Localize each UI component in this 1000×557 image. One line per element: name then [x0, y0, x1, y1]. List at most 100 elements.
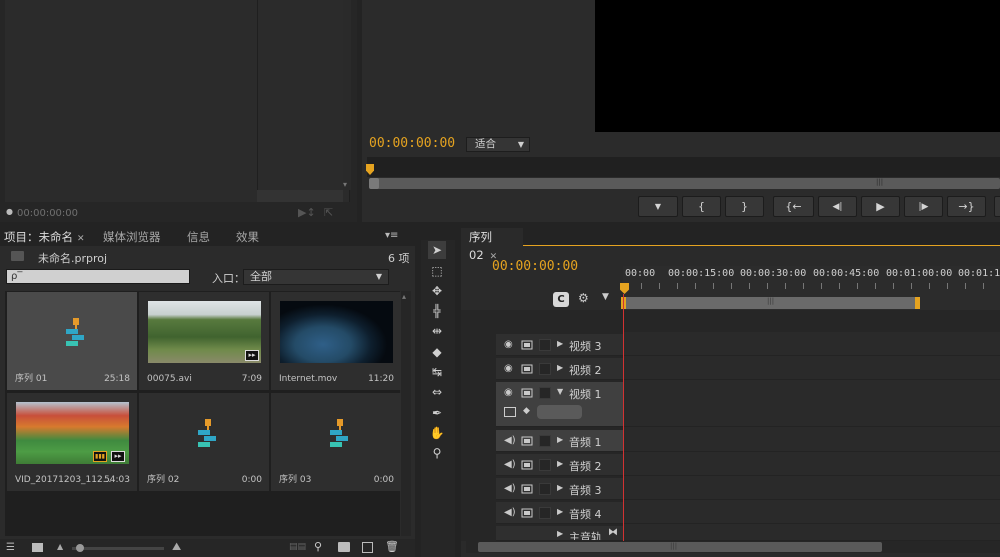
panel-menu-icon[interactable]: ▾≡ [385, 230, 398, 241]
go-to-out-button[interactable]: →} [947, 196, 986, 217]
bin-item-sequence-01[interactable]: 序列 01 25:18 [7, 292, 137, 390]
snap-icon[interactable]: C [553, 292, 569, 307]
icon-view-icon[interactable] [32, 543, 43, 552]
fit-select[interactable]: 适合 ▼ [466, 137, 530, 152]
scroll-down-icon[interactable]: ▾ [343, 180, 347, 189]
film-icon[interactable] [521, 387, 535, 399]
bin-item-sequence-02[interactable]: 序列 02 0:00 [139, 393, 269, 491]
lock-icon[interactable] [539, 339, 551, 351]
delete-icon[interactable]: 🗑 [385, 540, 399, 553]
keyframe-icon[interactable]: ◆ [523, 406, 530, 416]
film-icon[interactable] [521, 363, 535, 375]
track-video-1[interactable]: ◉ ▼ 视频 1 ◆ [496, 382, 623, 427]
pen-tool-icon[interactable]: ✒ [428, 404, 446, 422]
rolling-edit-tool-icon[interactable]: ╬ [428, 302, 446, 320]
program-zoom-left-handle[interactable] [369, 178, 379, 189]
display-style-icon[interactable] [504, 407, 516, 417]
timeline-hscroll-thumb[interactable] [478, 542, 882, 552]
eye-icon[interactable]: ◉ [504, 339, 513, 350]
razor-tool-icon[interactable]: ◆ [428, 343, 446, 361]
mark-out-button[interactable]: } [725, 196, 764, 217]
go-to-in-button[interactable]: {← [773, 196, 814, 217]
track-lane-audio-3[interactable] [623, 478, 1000, 500]
timeline-timecode[interactable]: 00:00:00:00 [492, 259, 578, 274]
zoom-slider-handle[interactable] [76, 544, 84, 552]
list-view-icon[interactable]: ☰ [6, 542, 15, 553]
automate-icon[interactable]: ▤▤ [289, 542, 306, 552]
selection-tool-icon[interactable]: ➤ [428, 241, 446, 259]
add-marker-button[interactable]: ▼ [638, 196, 678, 217]
track-lane-audio-2[interactable] [623, 454, 1000, 476]
slide-tool-icon[interactable]: ⇔ [428, 383, 446, 401]
bin-item-00075-avi[interactable]: ▸▸ 00075.avi 7:09 [139, 292, 269, 390]
track-select-tool-icon[interactable]: ⬚ [428, 262, 446, 280]
track-lane-video-3[interactable] [623, 334, 1000, 356]
hand-tool-icon[interactable]: ✋ [428, 424, 446, 442]
track-lane-master[interactable] [623, 526, 1000, 541]
new-item-icon[interactable] [362, 542, 373, 553]
add-marker-icon[interactable]: ⚙ [578, 291, 589, 305]
expand-icon[interactable]: ▶ [557, 435, 563, 444]
track-video-2[interactable]: ◉ ▶ 视频 2 [496, 358, 623, 380]
insert-icon[interactable]: ▶↕ [298, 206, 316, 219]
audio-sync-icon[interactable] [521, 459, 535, 471]
source-hscroll[interactable] [257, 190, 343, 202]
keyframe-nav[interactable] [537, 405, 582, 419]
zoom-slider[interactable] [72, 547, 164, 550]
bin-item-sequence-03[interactable]: 序列 03 0:00 [271, 393, 401, 491]
lock-icon[interactable] [539, 387, 551, 399]
source-scrollbar[interactable] [343, 0, 351, 190]
program-zoom-grip[interactable]: ||| [876, 178, 883, 186]
track-lane-audio-1[interactable] [623, 430, 1000, 452]
entry-select[interactable]: 全部 ▼ [243, 269, 389, 285]
marker-icon[interactable]: ▼ [602, 292, 609, 302]
collapse-icon[interactable]: ▼ [557, 387, 563, 396]
expand-icon[interactable]: ▶ [557, 339, 563, 348]
step-back-button[interactable]: ◀| [818, 196, 857, 217]
track-audio-3[interactable]: ◀) ▶ 音频 3 [496, 478, 623, 500]
track-lane-audio-4[interactable] [623, 502, 1000, 524]
speaker-icon[interactable]: ◀) [504, 459, 516, 470]
work-area-grip[interactable]: ||| [767, 297, 774, 305]
rate-stretch-tool-icon[interactable]: ⇹ [428, 322, 446, 340]
lock-icon[interactable] [539, 483, 551, 495]
track-audio-2[interactable]: ◀) ▶ 音频 2 [496, 454, 623, 476]
work-area-end-handle[interactable] [915, 297, 920, 309]
speaker-icon[interactable]: ◀) [504, 483, 516, 494]
program-zoom-bar[interactable] [372, 178, 1000, 189]
tab-media-browser[interactable]: 媒体浏览器 [103, 228, 161, 246]
bin-item-vid-20171203[interactable]: ▮▮▮ ▸▸ VID_20171203_112... 54:03 [7, 393, 137, 491]
step-forward-button[interactable]: |▶ [904, 196, 943, 217]
expand-icon[interactable]: ▶ [557, 507, 563, 516]
more-transport-button[interactable] [994, 196, 1000, 217]
audio-sync-icon[interactable] [521, 483, 535, 495]
track-lane-video-2[interactable] [623, 358, 1000, 380]
tab-effects[interactable]: 效果 [236, 228, 259, 246]
slip-tool-icon[interactable]: ↹ [428, 363, 446, 381]
track-video-3[interactable]: ◉ ▶ 视频 3 [496, 334, 623, 356]
audio-sync-icon[interactable] [521, 435, 535, 447]
mark-in-button[interactable]: { [682, 196, 721, 217]
expand-icon[interactable]: ▶ [557, 483, 563, 492]
ripple-edit-tool-icon[interactable]: ✥ [428, 282, 446, 300]
lock-icon[interactable] [539, 435, 551, 447]
audio-sync-icon[interactable] [521, 507, 535, 519]
expand-icon[interactable]: ▶ [557, 529, 563, 538]
expand-icon[interactable]: ▶ [557, 459, 563, 468]
new-bin-icon[interactable] [338, 542, 350, 552]
search-input[interactable]: ρ‾ [6, 269, 190, 284]
close-icon[interactable]: ✕ [77, 234, 85, 244]
play-button[interactable]: ▶ [861, 196, 900, 217]
eye-icon[interactable]: ◉ [504, 387, 513, 398]
find-icon[interactable]: ⚲ [314, 540, 322, 553]
tab-project[interactable]: 项目：未命名 ✕ [4, 228, 85, 246]
expand-icon[interactable]: ▶ [557, 363, 563, 372]
eye-icon[interactable]: ◉ [504, 363, 513, 374]
track-master[interactable]: ▶ 主音轨 ⧓ [496, 526, 623, 541]
track-audio-1[interactable]: ◀) ▶ 音频 1 [496, 430, 623, 452]
track-lane-video-1[interactable] [623, 382, 1000, 427]
film-icon[interactable] [521, 339, 535, 351]
program-timecode[interactable]: 00:00:00:00 [369, 136, 455, 151]
scroll-up-icon[interactable]: ▴ [402, 292, 406, 301]
speaker-icon[interactable]: ◀) [504, 435, 516, 446]
